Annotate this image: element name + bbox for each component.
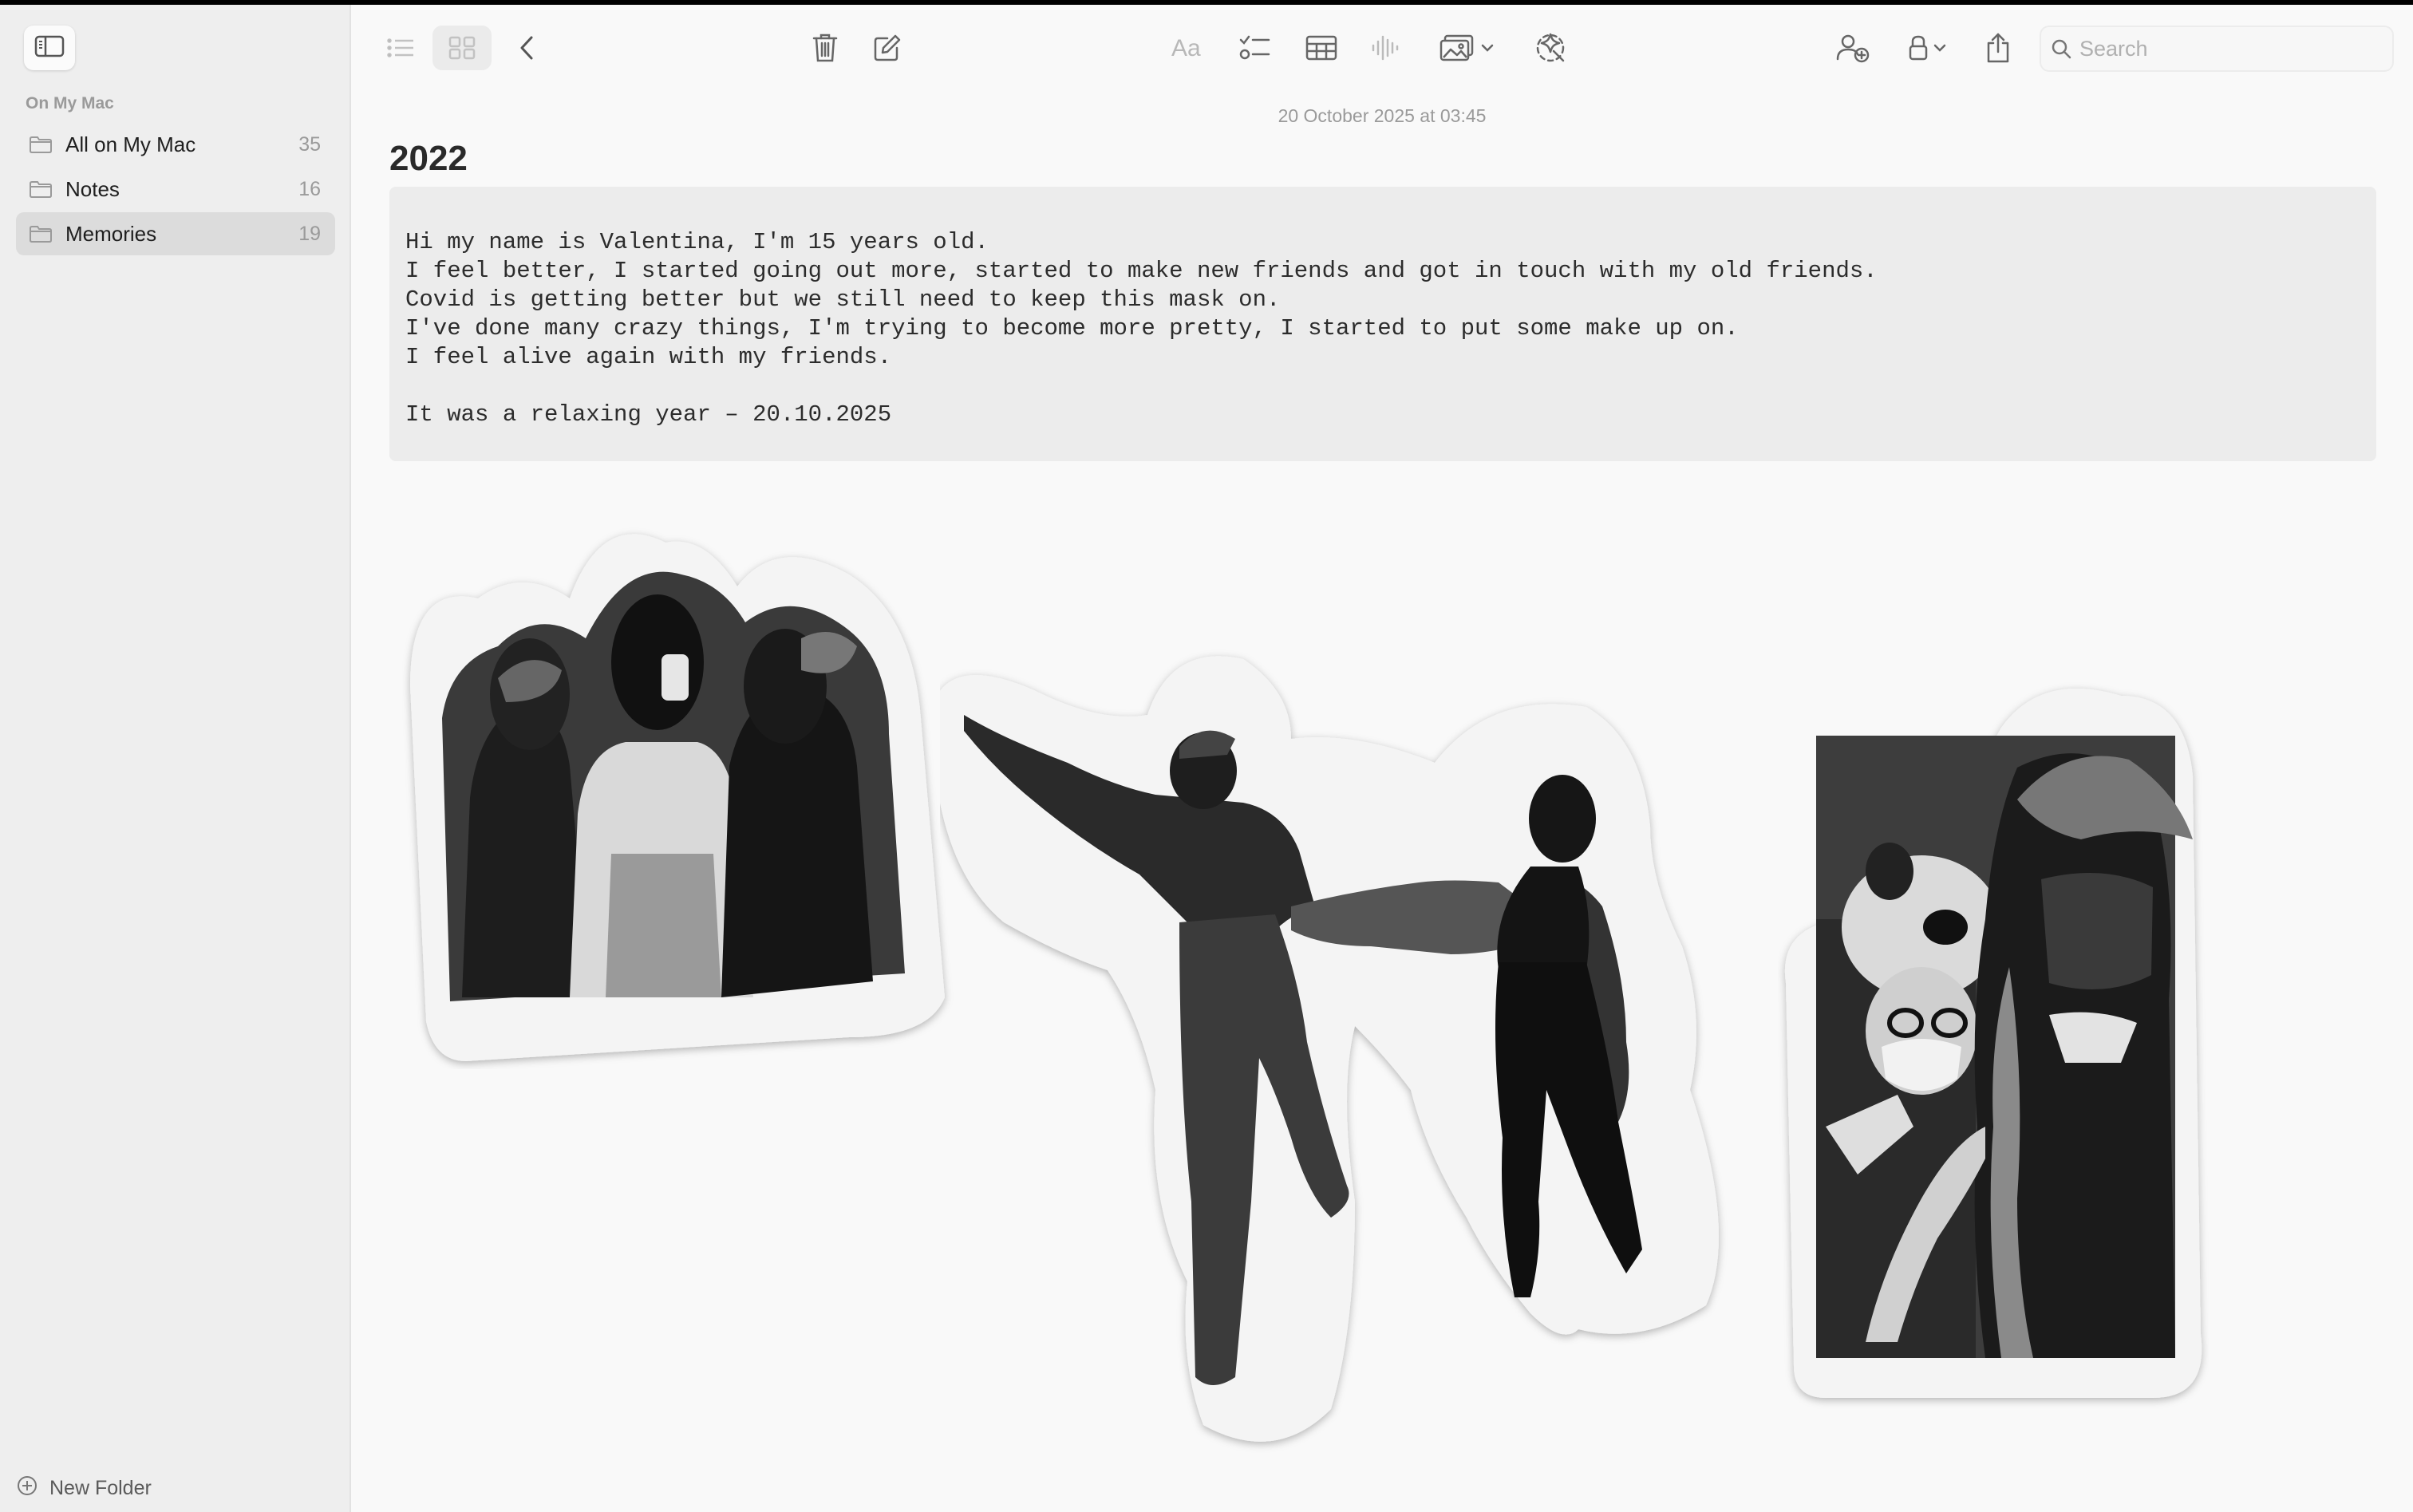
note-line: Covid is getting better but we still nee… xyxy=(405,286,1281,313)
audio-button[interactable] xyxy=(1366,27,1404,69)
folder-all-on-my-mac[interactable]: All on My Mac 35 xyxy=(16,123,335,166)
folder-memories[interactable]: Memories 19 xyxy=(16,212,335,255)
three-friends-photo[interactable] xyxy=(402,511,977,1069)
media-button[interactable] xyxy=(1433,27,1500,69)
note-code-block[interactable]: Hi my name is Valentina, I'm 15 years ol… xyxy=(389,187,2376,461)
search-field[interactable] xyxy=(2040,26,2394,72)
chevron-down-icon xyxy=(1481,43,1494,53)
new-folder-button[interactable]: New Folder xyxy=(16,1474,152,1502)
folder-icon xyxy=(29,223,54,244)
new-note-button[interactable] xyxy=(868,26,906,70)
checklist-icon xyxy=(1238,34,1270,61)
collaborate-icon xyxy=(1835,33,1870,63)
folder-count: 16 xyxy=(298,177,321,200)
folder-count: 35 xyxy=(298,132,321,156)
collaborate-button[interactable] xyxy=(1832,26,1874,70)
note-line: I've done many crazy things, I'm trying … xyxy=(405,315,1739,341)
section-label-on-my-mac: On My Mac xyxy=(26,94,114,113)
note-date: 20 October 2025 at 03:45 xyxy=(1278,105,1487,126)
search-input[interactable] xyxy=(2079,36,2367,61)
friends-holding-hands-cutout[interactable] xyxy=(940,643,1762,1473)
folder-name: All on My Mac xyxy=(65,132,196,156)
lock-icon xyxy=(1908,34,1929,61)
note-line: Hi my name is Valentina, I'm 15 years ol… xyxy=(405,229,989,255)
folder-count: 19 xyxy=(298,222,321,245)
note-line: I feel better, I started going out more,… xyxy=(405,258,1878,284)
selfie-with-masks-photo[interactable] xyxy=(1778,680,2209,1414)
trash-icon xyxy=(812,33,838,63)
back-icon xyxy=(519,35,535,61)
back-button[interactable] xyxy=(511,27,543,69)
lock-button[interactable] xyxy=(1901,27,1953,69)
audio-waveform-icon xyxy=(1371,34,1400,61)
list-view-button[interactable] xyxy=(381,27,420,69)
compose-icon xyxy=(873,34,902,62)
folder-icon xyxy=(29,179,54,199)
writing-tools-button[interactable] xyxy=(1529,26,1572,70)
folder-name: Memories xyxy=(65,221,157,246)
folder-name: Notes xyxy=(65,176,120,201)
note-title[interactable]: 2022 xyxy=(389,139,468,179)
sidebar-toggle-icon xyxy=(34,35,65,61)
chevron-down-icon xyxy=(1933,43,1946,53)
search-icon xyxy=(2051,38,2071,59)
gallery-view-icon xyxy=(448,36,476,60)
gallery-view-button[interactable] xyxy=(432,26,492,70)
sidebar: On My Mac All on My Mac 35 Notes 16 Memo… xyxy=(0,5,351,1512)
plus-circle-icon xyxy=(16,1474,38,1502)
sidebar-toggle-button[interactable] xyxy=(24,26,75,70)
writing-tools-icon xyxy=(1534,32,1566,64)
share-button[interactable] xyxy=(1979,26,2017,70)
note-line xyxy=(405,372,2360,401)
list-view-icon xyxy=(386,37,415,59)
folder-notes[interactable]: Notes 16 xyxy=(16,168,335,211)
checklist-button[interactable] xyxy=(1235,27,1274,69)
new-folder-label: New Folder xyxy=(49,1477,152,1499)
text-format-icon: Aa xyxy=(1171,36,1206,60)
notes-window: On My Mac All on My Mac 35 Notes 16 Memo… xyxy=(0,5,2413,1512)
text-format-button[interactable]: Aa xyxy=(1168,27,1210,69)
folder-icon xyxy=(29,134,54,155)
share-icon xyxy=(1985,32,2011,64)
media-icon xyxy=(1440,34,1476,62)
delete-button[interactable] xyxy=(806,26,844,70)
note-line: It was a relaxing year – 20.10.2025 xyxy=(405,401,892,428)
svg-text:Aa: Aa xyxy=(1171,36,1201,60)
table-icon xyxy=(1305,35,1337,61)
table-button[interactable] xyxy=(1301,27,1342,69)
note-line: I feel alive again with my friends. xyxy=(405,344,892,370)
